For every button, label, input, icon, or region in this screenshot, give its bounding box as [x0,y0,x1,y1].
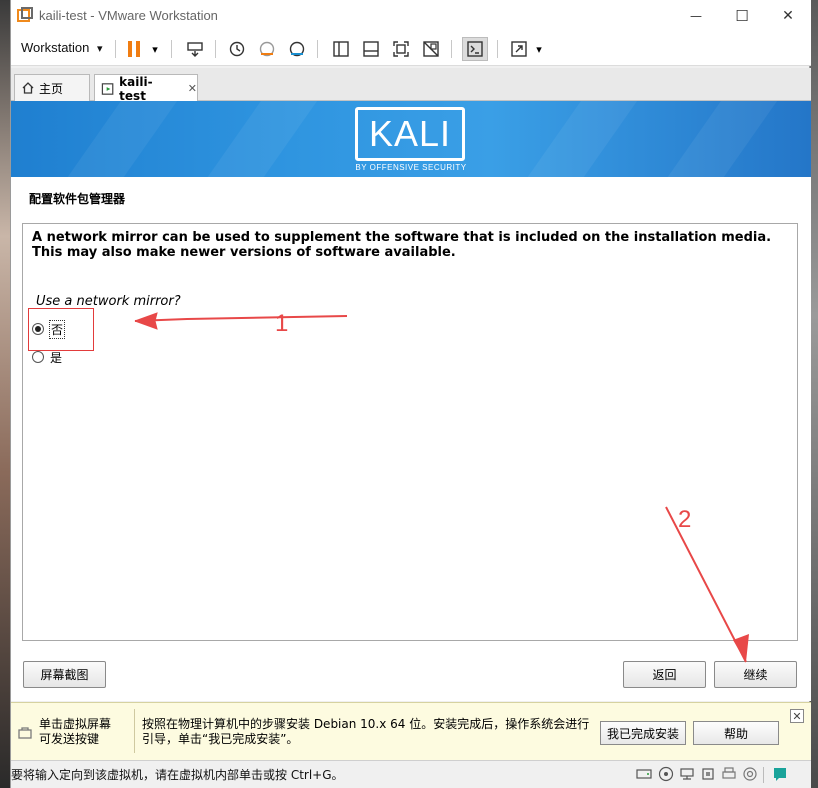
console-icon [467,41,483,57]
minimize-icon: — [690,9,702,23]
vmware-window: kaili-test - VMware Workstation — ☐ ✕ Wo… [10,0,811,788]
message-log-icon[interactable] [772,766,788,782]
send-ctrl-alt-del-button[interactable] [183,38,207,60]
hint-divider [134,709,135,753]
snapshot-manager-button[interactable] [285,38,309,60]
stretch-button[interactable] [507,38,531,60]
unity-button[interactable] [419,38,443,60]
installer-panel: A network mirror can be used to suppleme… [22,223,798,641]
toolbar-separator [171,40,172,58]
toolbar-separator [317,40,318,58]
continue-button[interactable]: 继续 [714,661,797,688]
installation-hint-bar: 单击虚拟屏幕 可发送按键 按照在物理计算机中的步骤安装 Debian 10.x … [11,702,811,760]
hint-click-to-send: 单击虚拟屏幕 可发送按键 [39,717,112,746]
home-icon [22,82,34,94]
workstation-menu[interactable]: Workstation ▾ [21,40,103,55]
banner-stripe [643,101,785,177]
annotation-highlight-box [28,308,94,351]
desktop-background-left [0,0,10,788]
maximize-icon: ☐ [735,7,749,25]
mirror-description: A network mirror can be used to suppleme… [32,230,772,260]
revert-snapshot-button[interactable] [255,38,279,60]
toolbar-separator [215,40,216,58]
annotation-step-2: 2 [678,506,692,533]
snapshot-clock-icon [229,41,245,57]
back-button[interactable]: 返回 [623,661,706,688]
option-yes-label: 是 [50,350,63,365]
unity-icon [423,41,439,57]
revert-snapshot-icon [259,41,275,57]
hint-close-button[interactable]: ✕ [790,709,804,723]
screenshot-button[interactable]: 屏幕截图 [23,661,106,688]
network-adapter-icon[interactable] [679,766,695,782]
tab-home[interactable]: 主页 [14,74,90,101]
close-window-button[interactable]: ✕ [765,0,811,32]
radio-yes[interactable] [32,351,44,363]
usb-icon[interactable] [700,766,716,782]
annotation-step-1: 1 [275,310,289,337]
workstation-menu-label: Workstation [21,40,90,55]
banner-stripe [183,101,325,177]
chevron-down-icon: ▾ [536,42,542,56]
stretch-menu-button[interactable]: ▾ [531,38,547,60]
vm-screen[interactable]: KALI BY OFFENSIVE SECURITY 配置软件包管理器 A ne… [11,101,811,701]
console-view-button[interactable] [462,37,488,61]
kali-logo-text: KALI [368,113,452,154]
title-bar: kaili-test - VMware Workstation — ☐ ✕ [11,0,811,32]
banner-stripe [43,101,185,177]
show-thumbnail-button[interactable] [359,38,383,60]
help-button[interactable]: 帮助 [693,721,779,745]
kali-logo: KALI [355,107,465,161]
sound-icon[interactable] [742,766,758,782]
kali-logo-subtitle: BY OFFENSIVE SECURITY [355,163,467,172]
close-icon: ✕ [792,709,802,723]
pause-menu-button[interactable]: ▾ [147,38,163,60]
section-title: 配置软件包管理器 [29,192,126,206]
vm-tab-icon [101,82,114,95]
thumbnail-bar-icon [363,41,379,57]
show-library-button[interactable] [329,38,353,60]
mirror-question: Use a network mirror? [36,294,181,309]
desktop-background-right [810,0,818,788]
status-separator [763,767,764,783]
tab-kaili-test[interactable]: kaili-test ✕ [94,74,198,103]
maximize-button[interactable]: ☐ [719,0,765,32]
pause-icon [128,41,140,57]
printer-icon[interactable] [721,766,737,782]
status-bar: 要将输入定向到该虚拟机，请在虚拟机内部单击或按 Ctrl+G。 [11,760,811,788]
tab-home-label: 主页 [39,81,64,96]
window-title: kaili-test - VMware Workstation [39,8,218,23]
cd-dvd-icon[interactable] [658,766,674,782]
toolbar-separator [115,40,116,58]
toolbar: Workstation ▾ ▾ ▾ [11,32,811,66]
full-screen-icon [393,41,409,57]
vmware-app-icon [17,7,33,22]
hint-message: 按照在物理计算机中的步骤安装 Debian 10.x 64 位。安装完成后，操作… [142,717,590,746]
toolbar-separator [497,40,498,58]
close-icon: ✕ [782,8,794,24]
snapshot-manager-icon [289,41,305,57]
chevron-down-icon: ▾ [97,43,103,55]
full-screen-button[interactable] [389,38,413,60]
hard-disk-icon[interactable] [636,766,652,782]
tab-strip: 主页 kaili-test ✕ [11,68,811,103]
kali-banner: KALI BY OFFENSIVE SECURITY [11,101,811,177]
chevron-down-icon: ▾ [152,42,158,56]
toolbar-separator [451,40,452,58]
banner-stripe [503,101,645,177]
installation-done-button[interactable]: 我已完成安装 [600,721,686,745]
option-yes[interactable]: 是 [32,349,62,365]
snapshot-button[interactable] [225,38,249,60]
tab-kaili-test-label: kaili-test [119,74,153,103]
minimize-button[interactable]: — [673,0,719,32]
install-hint-icon [18,727,32,739]
keyboard-send-icon [187,42,203,57]
pause-button[interactable] [123,38,145,60]
status-message: 要将输入定向到该虚拟机，请在虚拟机内部单击或按 Ctrl+G。 [11,768,344,782]
stretch-icon [511,41,527,57]
sidebar-icon [333,41,349,57]
close-tab-icon[interactable]: ✕ [188,82,197,95]
